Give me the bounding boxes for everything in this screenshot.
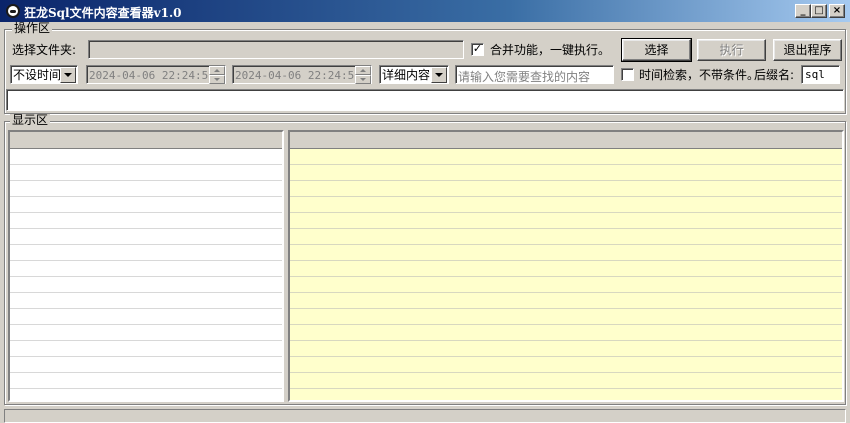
close-icon: × xyxy=(832,5,842,16)
content-list[interactable] xyxy=(288,130,844,402)
time-search-checkbox[interactable] xyxy=(621,68,634,81)
maximize-button[interactable]: □ xyxy=(811,4,827,18)
spin-down-icon[interactable] xyxy=(209,75,225,84)
time-filter-select[interactable]: 不设时间 xyxy=(10,65,78,84)
content-list-header[interactable] xyxy=(290,132,842,149)
close-button[interactable]: × xyxy=(829,4,845,18)
display-area-label: 显示区 xyxy=(10,113,51,127)
minimize-button[interactable]: _ xyxy=(795,4,811,18)
end-datetime-picker[interactable]: 2024-04-06 22:24:57 xyxy=(232,65,372,84)
search-placeholder: 请输入您需要查找的内容 xyxy=(458,70,591,84)
merge-checkbox[interactable]: ✓ xyxy=(471,43,484,56)
start-datetime-value: 2024-04-06 22:24:57 xyxy=(89,69,215,82)
suffix-label: 后缀名: xyxy=(754,68,795,82)
detail-select[interactable]: 详细内容 xyxy=(379,65,449,84)
start-datetime-picker[interactable]: 2024-04-06 22:24:57 xyxy=(86,65,226,84)
end-datetime-value: 2024-04-06 22:24:57 xyxy=(235,69,361,82)
info-text-field[interactable] xyxy=(6,89,844,111)
time-filter-value: 不设时间 xyxy=(13,68,62,82)
folder-path-field[interactable] xyxy=(88,40,464,59)
maximize-icon: □ xyxy=(814,5,824,16)
file-list-rows[interactable] xyxy=(10,149,282,400)
file-list[interactable] xyxy=(8,130,284,402)
exit-button-label: 退出程序 xyxy=(783,43,832,57)
chevron-down-icon[interactable] xyxy=(60,67,76,83)
app-icon[interactable] xyxy=(6,4,20,18)
file-list-header[interactable] xyxy=(10,132,282,149)
check-icon: ✓ xyxy=(472,42,483,55)
select-button[interactable]: 选择 xyxy=(621,38,692,62)
merge-checkbox-label: 合并功能，一键执行。 xyxy=(490,43,611,57)
select-button-label: 选择 xyxy=(644,43,669,57)
search-input[interactable]: 请输入您需要查找的内容 xyxy=(455,65,614,84)
time-search-label: 时间检索，不带条件。 xyxy=(639,68,760,82)
suffix-input[interactable]: sql xyxy=(801,65,840,84)
content-list-rows[interactable] xyxy=(290,149,842,400)
title-bar[interactable]: 狂龙Sql文件内容查看器v1.0 _ □ × xyxy=(0,0,850,22)
start-datetime-spinner[interactable] xyxy=(209,66,225,85)
suffix-value: sql xyxy=(805,68,825,81)
window-title: 狂龙Sql文件内容查看器v1.0 xyxy=(24,6,182,20)
execute-button[interactable]: 执行 xyxy=(697,39,766,61)
chevron-down-icon[interactable] xyxy=(431,67,447,83)
select-folder-label: 选择文件夹: xyxy=(12,43,77,57)
detail-select-value: 详细内容 xyxy=(382,68,431,82)
status-bar xyxy=(4,409,846,423)
minimize-icon: _ xyxy=(800,5,806,16)
spin-down-icon[interactable] xyxy=(355,75,371,84)
spin-up-icon[interactable] xyxy=(355,66,371,75)
operation-area-label: 操作区 xyxy=(12,21,53,35)
end-datetime-spinner[interactable] xyxy=(355,66,371,85)
spin-up-icon[interactable] xyxy=(209,66,225,75)
exit-button[interactable]: 退出程序 xyxy=(773,39,842,61)
execute-button-label: 执行 xyxy=(719,43,744,57)
